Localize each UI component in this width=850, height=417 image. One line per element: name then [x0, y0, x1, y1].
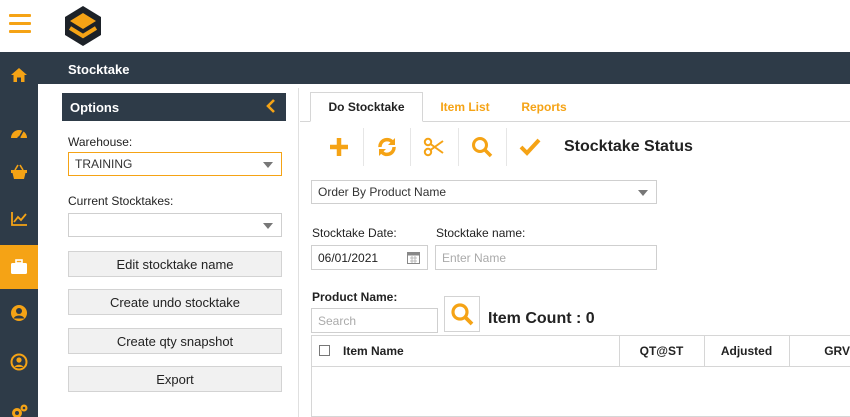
- search-tool-button[interactable]: [459, 125, 505, 169]
- add-button[interactable]: [316, 125, 362, 169]
- tab-reports[interactable]: Reports: [509, 92, 579, 121]
- chevron-down-icon: [263, 162, 273, 168]
- column-qt-at-st[interactable]: QT@ST: [619, 335, 704, 367]
- options-title: Options: [70, 100, 120, 115]
- account-icon[interactable]: [0, 342, 38, 382]
- calendar-icon[interactable]: [407, 251, 420, 267]
- stocktake-date-label: Stocktake Date:: [312, 226, 397, 240]
- column-grv[interactable]: GRV: [789, 335, 850, 367]
- options-header: Options: [62, 93, 286, 121]
- order-by-select[interactable]: Order By Product Name: [311, 180, 657, 204]
- tab-do-stocktake[interactable]: Do Stocktake: [310, 92, 423, 122]
- stocktake-name-placeholder: Enter Name: [442, 250, 507, 265]
- search-icon: [451, 303, 474, 326]
- cut-button[interactable]: [411, 125, 457, 169]
- confirm-button[interactable]: [507, 125, 553, 169]
- chevron-down-icon: [263, 223, 273, 229]
- chevron-down-icon: [638, 190, 648, 196]
- refresh-button[interactable]: [364, 125, 410, 169]
- warehouse-value: TRAINING: [75, 157, 133, 171]
- page-title: Stocktake: [38, 52, 850, 84]
- briefcase-icon[interactable]: [0, 245, 38, 289]
- column-adjusted[interactable]: Adjusted: [704, 335, 789, 367]
- stocktake-date-input[interactable]: 06/01/2021: [311, 245, 428, 270]
- chevron-left-icon[interactable]: [266, 99, 276, 116]
- stocktake-date-value: 06/01/2021: [318, 250, 379, 265]
- plus-icon: [330, 138, 348, 156]
- home-icon[interactable]: [0, 55, 38, 95]
- product-name-label: Product Name:: [312, 290, 398, 304]
- logo-icon: [62, 4, 104, 48]
- current-stocktakes-label: Current Stocktakes:: [68, 194, 174, 208]
- basket-icon[interactable]: [0, 152, 38, 192]
- create-undo-stocktake-button[interactable]: Create undo stocktake: [68, 289, 282, 315]
- item-count: Item Count : 0: [488, 310, 595, 327]
- dashboard-icon[interactable]: [0, 113, 38, 153]
- warehouse-label: Warehouse:: [68, 135, 133, 149]
- tab-item-list[interactable]: Item List: [425, 92, 505, 121]
- product-search-button[interactable]: [444, 296, 480, 332]
- chart-icon[interactable]: [0, 199, 38, 239]
- stocktake-name-input[interactable]: Enter Name: [435, 245, 657, 270]
- export-button[interactable]: Export: [68, 366, 282, 392]
- scissors-icon: [423, 137, 444, 157]
- panel-divider: [298, 88, 299, 417]
- stocktake-name-label: Stocktake name:: [436, 226, 526, 240]
- current-stocktakes-select[interactable]: [68, 213, 282, 237]
- search-icon: [472, 137, 493, 158]
- checkmark-icon: [519, 138, 541, 156]
- product-search-placeholder: Search: [318, 313, 357, 328]
- column-item-name[interactable]: Item Name: [343, 335, 404, 367]
- edit-stocktake-name-button[interactable]: Edit stocktake name: [68, 251, 282, 277]
- select-all-checkbox[interactable]: [319, 345, 330, 356]
- grid-header: Item Name QT@ST Adjusted GRV: [311, 335, 850, 367]
- create-qty-snapshot-button[interactable]: Create qty snapshot: [68, 328, 282, 354]
- hamburger-menu-icon[interactable]: [9, 14, 31, 34]
- order-by-value: Order By Product Name: [318, 185, 447, 199]
- gears-icon[interactable]: [0, 390, 38, 417]
- warehouse-select[interactable]: TRAINING: [68, 152, 282, 176]
- user-circle-icon[interactable]: [0, 293, 38, 333]
- stocktake-status-title: Stocktake Status: [564, 138, 693, 155]
- product-search-input[interactable]: Search: [311, 308, 438, 333]
- refresh-icon: [378, 137, 396, 157]
